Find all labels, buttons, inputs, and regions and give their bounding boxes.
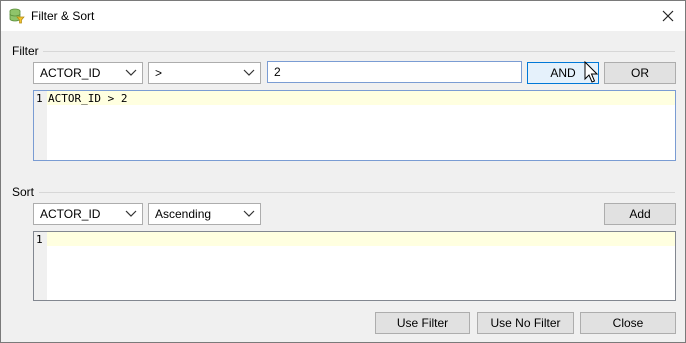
close-window-button[interactable]	[653, 3, 683, 29]
line-number-gutter: 1	[34, 232, 47, 300]
line-number: 1	[36, 233, 43, 246]
filter-value-input[interactable]	[267, 61, 522, 83]
sort-column-value: ACTOR_ID	[40, 207, 101, 221]
filter-section-divider	[43, 51, 675, 52]
sort-order-value: Ascending	[155, 207, 212, 221]
sort-expression-editor[interactable]: 1	[33, 231, 676, 301]
use-filter-button[interactable]: Use Filter	[375, 312, 470, 334]
or-button[interactable]: OR	[604, 62, 676, 84]
sort-column-select[interactable]: ACTOR_ID	[33, 203, 143, 225]
close-button[interactable]: Close	[580, 312, 676, 334]
current-line-highlight	[47, 232, 675, 246]
filter-column-select[interactable]: ACTOR_ID	[33, 62, 143, 84]
filter-column-value: ACTOR_ID	[40, 66, 101, 80]
sort-section-divider	[39, 192, 675, 193]
filter-operator-value: >	[155, 66, 163, 80]
filter-expression-text: ACTOR_ID > 2	[48, 92, 128, 105]
and-button[interactable]: AND	[527, 62, 599, 84]
window-title: Filter & Sort	[31, 9, 95, 23]
sort-section-label: Sort	[12, 185, 35, 199]
line-number: 1	[36, 92, 43, 105]
chevron-down-icon	[243, 210, 255, 217]
chevron-down-icon	[125, 69, 137, 76]
filter-sort-dialog: Filter & Sort Filter ACTOR_ID > AND OR 1…	[0, 0, 686, 343]
filter-expression-editor[interactable]: 1 ACTOR_ID > 2	[33, 90, 676, 161]
title-bar: Filter & Sort	[1, 1, 685, 31]
filter-section-label: Filter	[12, 44, 39, 58]
use-no-filter-button[interactable]: Use No Filter	[477, 312, 574, 334]
close-icon	[662, 10, 674, 22]
filter-operator-select[interactable]: >	[148, 62, 261, 84]
add-sort-button[interactable]: Add	[604, 203, 676, 225]
sort-order-select[interactable]: Ascending	[148, 203, 261, 225]
chevron-down-icon	[243, 69, 255, 76]
line-number-gutter: 1	[34, 91, 47, 160]
database-filter-icon	[9, 8, 25, 24]
current-line-highlight	[47, 91, 675, 105]
chevron-down-icon	[125, 210, 137, 217]
